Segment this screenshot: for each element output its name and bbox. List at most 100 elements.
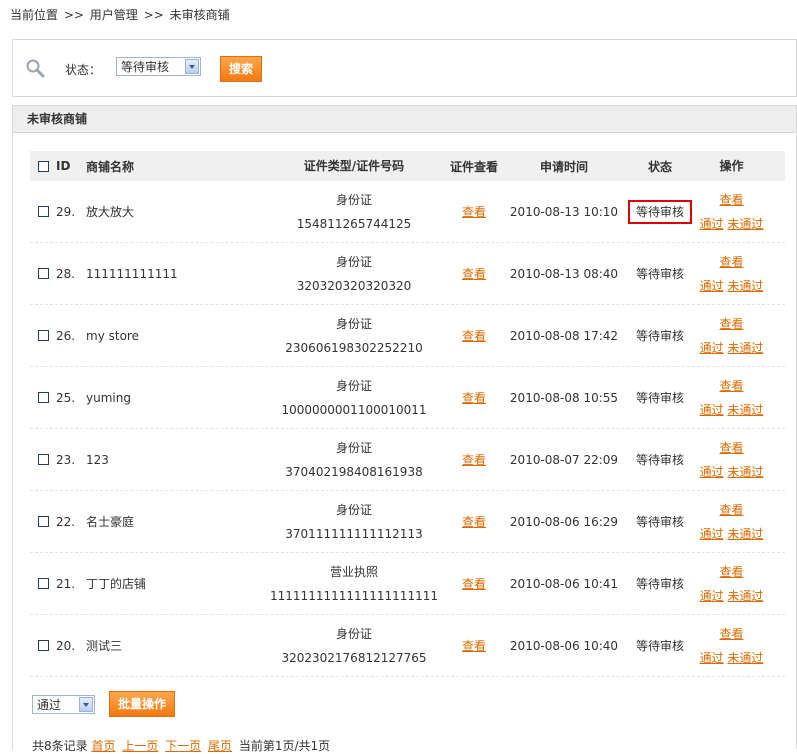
view-link[interactable]: 查看 <box>719 193 743 207</box>
pager-first-link[interactable]: 首页 <box>91 739 115 753</box>
view-link[interactable]: 查看 <box>719 255 743 269</box>
row-checkbox[interactable] <box>37 516 49 527</box>
view-cert-link[interactable]: 查看 <box>462 453 486 467</box>
view-link[interactable]: 查看 <box>719 317 743 331</box>
row-cert-type: 身份证 <box>335 254 372 269</box>
row-status: 等待审核 <box>635 391 684 405</box>
row-checkbox[interactable] <box>37 392 49 403</box>
search-button[interactable]: 搜索 <box>220 56 262 82</box>
reject-link[interactable]: 未通过 <box>727 465 763 479</box>
row-apply-time: 2010-08-06 10:40 <box>509 638 619 653</box>
approve-link[interactable]: 通过 <box>700 527 724 541</box>
view-cert-link[interactable]: 查看 <box>462 205 486 219</box>
pager-prev-link[interactable]: 上一页 <box>122 739 158 753</box>
reject-link[interactable]: 未通过 <box>727 651 763 665</box>
row-apply-time: 2010-08-07 22:09 <box>509 452 619 467</box>
row-checkbox[interactable] <box>37 268 49 279</box>
row-cert-number: 370402198408161938 <box>285 464 423 479</box>
reject-link[interactable]: 未通过 <box>727 589 763 603</box>
view-cert-link[interactable]: 查看 <box>462 639 486 653</box>
table-row: 20. 测试三 身份证 3202302176812127765 查看 2010-… <box>30 615 785 677</box>
row-cert: 营业执照 1111111111111111111111 <box>264 560 444 608</box>
pager-next-link[interactable]: 下一页 <box>165 739 201 753</box>
header-id: ID <box>56 159 71 173</box>
row-actions: 查看 通过 未通过 <box>696 374 767 422</box>
breadcrumb-user-management: 用户管理 <box>89 8 138 22</box>
row-actions: 查看 通过 未通过 <box>696 560 767 608</box>
row-shop-name: 名士豪庭 <box>86 515 135 529</box>
view-link[interactable]: 查看 <box>719 441 743 455</box>
pager-info: 当前第1页/共1页 <box>238 739 331 753</box>
select-all-checkbox[interactable] <box>37 160 49 172</box>
table-row: 28. 111111111111 身份证 320320320320320 查看 … <box>30 243 785 305</box>
row-shop-name: 放大放大 <box>86 205 135 219</box>
batch-action-select[interactable]: 通过 <box>32 695 95 714</box>
approve-link[interactable]: 通过 <box>700 217 724 231</box>
view-link[interactable]: 查看 <box>719 379 743 393</box>
header-status: 状态 <box>647 159 672 174</box>
row-apply-time: 2010-08-08 17:42 <box>509 328 619 343</box>
row-cert-type: 身份证 <box>335 192 372 207</box>
view-cert-link[interactable]: 查看 <box>462 267 486 281</box>
row-shop-name: my store <box>86 328 139 343</box>
row-cert-number: 154811265744125 <box>296 216 412 231</box>
row-checkbox[interactable] <box>37 330 49 341</box>
reject-link[interactable]: 未通过 <box>727 527 763 541</box>
approve-link[interactable]: 通过 <box>700 341 724 355</box>
header-cert: 证件类型/证件号码 <box>303 159 405 173</box>
approve-link[interactable]: 通过 <box>700 403 724 417</box>
row-checkbox[interactable] <box>37 206 49 217</box>
panel-title: 未审核商铺 <box>13 106 796 133</box>
row-shop-name: 123 <box>86 452 109 467</box>
approve-link[interactable]: 通过 <box>700 465 724 479</box>
row-status: 等待审核 <box>635 453 684 467</box>
view-cert-link[interactable]: 查看 <box>462 515 486 529</box>
view-cert-link[interactable]: 查看 <box>462 391 486 405</box>
row-status: 等待审核 <box>627 200 692 224</box>
table-row: 29. 放大放大 身份证 154811265744125 查看 2010-08-… <box>30 181 785 243</box>
view-cert-link[interactable]: 查看 <box>462 329 486 343</box>
row-cert: 身份证 154811265744125 <box>264 188 444 236</box>
batch-operation-button[interactable]: 批量操作 <box>109 691 175 717</box>
row-checkbox[interactable] <box>37 454 49 465</box>
header-name: 商铺名称 <box>86 159 135 174</box>
table-row: 22. 名士豪庭 身份证 370111111111112113 查看 2010-… <box>30 491 785 553</box>
chevron-down-icon[interactable] <box>79 697 93 712</box>
row-status: 等待审核 <box>635 639 684 653</box>
row-checkbox[interactable] <box>37 640 49 651</box>
row-cert-type: 身份证 <box>335 316 372 331</box>
row-cert-type: 身份证 <box>335 440 372 455</box>
status-select-value: 等待审核 <box>121 60 170 74</box>
view-cert-link[interactable]: 查看 <box>462 577 486 591</box>
row-checkbox[interactable] <box>37 578 49 589</box>
view-link[interactable]: 查看 <box>719 565 743 579</box>
view-link[interactable]: 查看 <box>719 627 743 641</box>
table-row: 21. 丁丁的店铺 营业执照 1111111111111111111111 查看… <box>30 553 785 615</box>
search-icon <box>26 59 45 78</box>
row-shop-name: 测试三 <box>86 639 123 653</box>
pager-last-link[interactable]: 尾页 <box>208 739 232 753</box>
reject-link[interactable]: 未通过 <box>727 279 763 293</box>
row-actions: 查看 通过 未通过 <box>696 622 767 670</box>
reject-link[interactable]: 未通过 <box>727 217 763 231</box>
header-view: 证件查看 <box>449 159 498 174</box>
row-id: 22. <box>56 514 76 529</box>
approve-link[interactable]: 通过 <box>700 279 724 293</box>
row-cert-number: 230606198302252210 <box>285 340 423 355</box>
chevron-down-icon[interactable] <box>185 59 199 74</box>
row-status: 等待审核 <box>635 577 684 591</box>
status-select[interactable]: 等待审核 <box>116 57 201 76</box>
shops-table: ID 商铺名称 证件类型/证件号码 证件查看 申请时间 状态 操作 29. 放大… <box>30 151 785 677</box>
reject-link[interactable]: 未通过 <box>727 341 763 355</box>
row-cert: 身份证 230606198302252210 <box>264 312 444 360</box>
approve-link[interactable]: 通过 <box>700 651 724 665</box>
view-link[interactable]: 查看 <box>719 503 743 517</box>
approve-link[interactable]: 通过 <box>700 589 724 603</box>
row-id: 28. <box>56 266 76 281</box>
row-actions: 查看 通过 未通过 <box>696 498 767 546</box>
row-shop-name: 111111111111 <box>86 266 178 281</box>
reject-link[interactable]: 未通过 <box>727 403 763 417</box>
row-cert: 身份证 320320320320320 <box>264 250 444 298</box>
breadcrumb: 当前位置 >> 用户管理 >> 未审核商铺 <box>10 6 232 23</box>
table-body: 29. 放大放大 身份证 154811265744125 查看 2010-08-… <box>30 181 785 677</box>
